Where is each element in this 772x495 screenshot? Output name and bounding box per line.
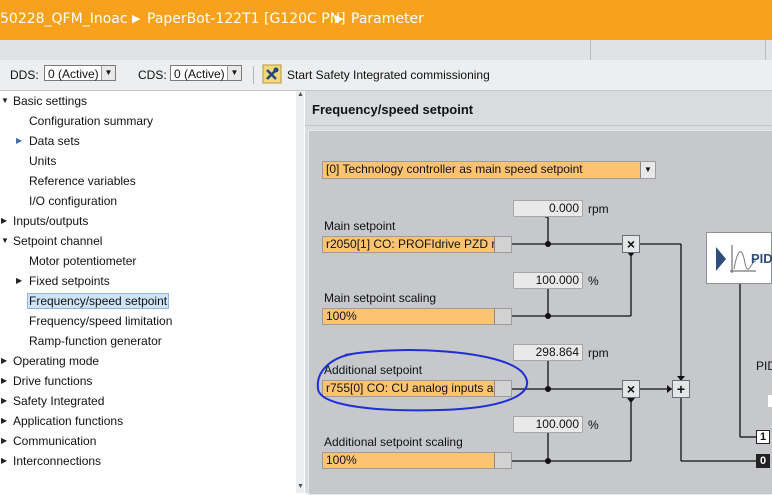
annotation-circle — [316, 349, 529, 412]
